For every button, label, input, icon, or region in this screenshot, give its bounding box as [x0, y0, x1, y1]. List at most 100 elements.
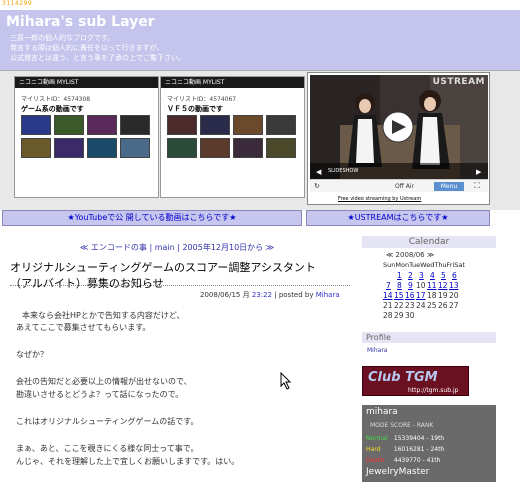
intro-line: 公式発言とは違う、と言う事を了承の上でご覧下さい。	[10, 54, 185, 62]
video-thumbnail[interactable]	[266, 138, 296, 158]
calendar-day[interactable]: 5	[441, 271, 446, 280]
calendar-day: 28	[383, 311, 393, 320]
intro-line: 三原一郎の個人的なブログです。	[10, 34, 115, 42]
calendar-day[interactable]: 15	[394, 291, 404, 300]
club-tgm-logo: Club TGM	[368, 370, 438, 385]
video-thumbnail[interactable]	[266, 115, 296, 135]
game-title: JewelryMaster	[366, 467, 430, 477]
post-paragraph: なぜか？	[16, 350, 48, 359]
calendar-day[interactable]: 11	[427, 281, 437, 290]
calendar-day[interactable]: 9	[408, 281, 413, 290]
calendar-day: 10	[416, 281, 426, 290]
video-thumbnail[interactable]	[200, 138, 230, 158]
ustream-link-bar[interactable]: ★USTREAMはこちらです★	[306, 210, 490, 226]
calendar-day: 20	[449, 291, 459, 300]
video-thumbnail[interactable]	[167, 138, 197, 158]
nico-mylist-games[interactable]: ニコニコ動画 MYLIST マイリストID：4574308 ゲーム系の動画です	[14, 76, 159, 198]
slideshow-label[interactable]: SLIDESHOW	[328, 168, 358, 174]
mylist-title[interactable]: ＶＦ５の動画です	[167, 104, 223, 114]
club-tgm-banner[interactable]: Club TGM http://tgm.sub.jp	[362, 366, 469, 396]
post-time-link[interactable]: 23:22	[252, 291, 272, 299]
score-header: MODE SCORE - RANK	[370, 422, 434, 429]
calendar-day[interactable]: 7	[386, 281, 391, 290]
video-still: ◀ ▶	[310, 75, 488, 179]
video-thumbnail[interactable]	[167, 115, 197, 135]
score-row: Normal 15339404 - 19th	[366, 435, 444, 442]
video-thumbnail[interactable]	[54, 138, 84, 158]
score-detail: 4439770 - 41th	[393, 457, 441, 464]
video-thumbnail[interactable]	[200, 115, 230, 135]
mouse-pointer-icon	[280, 372, 292, 390]
video-thumbnail[interactable]	[120, 115, 150, 135]
video-thumbnail[interactable]	[233, 115, 263, 135]
post-navigation[interactable]: ≪ エンコードの事 | main | 2005年12月10日から ≫	[80, 242, 274, 253]
ustream-logo: USTREAM	[432, 77, 485, 87]
post-paragraph: 会社の告知だと必要以上の情報が出せないので、	[16, 377, 192, 386]
video-thumbnail[interactable]	[233, 138, 263, 158]
score-mode: Death	[366, 457, 385, 464]
calendar-day[interactable]: 12	[438, 281, 448, 290]
score-player-name: mihara	[366, 407, 398, 417]
stream-status: Off Air	[395, 183, 415, 190]
calendar-day: 22	[394, 301, 404, 310]
post-meta: 2008/06/15 月 23:22 | posted by Mihara	[200, 290, 340, 300]
score-detail: 15339404 - 19th	[393, 435, 445, 442]
mylist-id: マイリストID：4574067	[167, 96, 237, 103]
calendar-month-nav[interactable]: ≪ 2008/06 ≫	[386, 251, 434, 259]
calendar-day[interactable]: 2	[408, 271, 413, 280]
calendar-weekdays: SunMonTueWedThuFriSat	[383, 261, 465, 269]
calendar-day[interactable]: 14	[383, 291, 393, 300]
score-mode: Hard	[366, 446, 381, 453]
video-thumbnail[interactable]	[54, 115, 84, 135]
calendar-day[interactable]: 6	[452, 271, 457, 280]
youtube-link-bar[interactable]: ★YouTubeで公 開している動画はこちらです★	[2, 210, 302, 226]
video-thumbnail[interactable]	[21, 115, 51, 135]
calendar-day[interactable]: 1	[397, 271, 402, 280]
post-paragraph: あえてここで募集させてもらいます。	[16, 323, 151, 332]
visit-counter: 3114299	[2, 0, 33, 7]
video-frame[interactable]: ◀ ▶ USTREAM SLIDESHOW	[310, 75, 488, 179]
post-paragraph: これはオリジナルシューティングゲームの話です。	[16, 417, 199, 426]
calendar-day: 30	[405, 311, 415, 320]
fullscreen-icon[interactable]: ⛶	[474, 181, 480, 191]
post-paragraph: んじゃ、それを理解した上で宜しくお願いしますです。はい。	[16, 457, 240, 466]
profile-name[interactable]: Mihara	[367, 347, 387, 354]
video-thumbnail[interactable]	[21, 138, 51, 158]
nico-brand: ニコニコ動画 MYLIST	[161, 77, 304, 88]
ustream-free-link[interactable]: Free video streaming by Ustream	[338, 196, 421, 202]
thumbnail-grid	[167, 115, 296, 158]
post-title: オリジナルシューティングゲームのスコアー調整アシスタント（アルバイト）募集のお知…	[10, 261, 316, 290]
calendar-day: 24	[416, 301, 426, 310]
posted-by-label: | posted by	[274, 291, 314, 299]
score-row: Hard 16016281 - 24th	[366, 446, 444, 453]
score-widget: mihara MODE SCORE - RANK Normal 15339404…	[362, 405, 496, 482]
score-detail: 16016281 - 24th	[393, 446, 445, 453]
author-link[interactable]: Mihara	[316, 291, 340, 299]
refresh-icon[interactable]: ↻	[314, 182, 320, 190]
mylist-title[interactable]: ゲーム系の動画です	[21, 104, 84, 114]
menu-button[interactable]: Menu	[434, 182, 464, 191]
site-title[interactable]: Mihara's sub Layer	[6, 14, 155, 30]
club-tgm-url: http://tgm.sub.jp	[408, 387, 459, 394]
video-thumbnail[interactable]	[87, 138, 117, 158]
calendar-day[interactable]: 4	[430, 271, 435, 280]
svg-text:◀: ◀	[316, 168, 322, 176]
player-controls: ↻ Off Air Menu ⛶	[310, 179, 488, 192]
score-row: Death 4439770 - 41th	[366, 457, 440, 464]
post-date: 2008/06/15 月	[200, 291, 250, 299]
calendar-day[interactable]: 16	[405, 291, 415, 300]
calendar-day[interactable]: 8	[397, 281, 402, 290]
calendar-day[interactable]: 13	[449, 281, 459, 290]
calendar-day: 18	[427, 291, 437, 300]
video-thumbnail[interactable]	[120, 138, 150, 158]
calendar-day[interactable]: 17	[416, 291, 426, 300]
video-thumbnail[interactable]	[87, 115, 117, 135]
nico-mylist-vf5[interactable]: ニコニコ動画 MYLIST マイリストID：4574067 ＶＦ５の動画です	[160, 76, 305, 198]
calendar-day: 21	[383, 301, 393, 310]
calendar-day[interactable]: 3	[419, 271, 424, 280]
ustream-player[interactable]: ◀ ▶ USTREAM SLIDESHOW ↻ Off Air Menu ⛶ F…	[307, 72, 490, 205]
calendar-day: 19	[438, 291, 448, 300]
calendar-day: 27	[449, 301, 459, 310]
title-divider	[10, 285, 350, 286]
calendar-day: 23	[405, 301, 415, 310]
